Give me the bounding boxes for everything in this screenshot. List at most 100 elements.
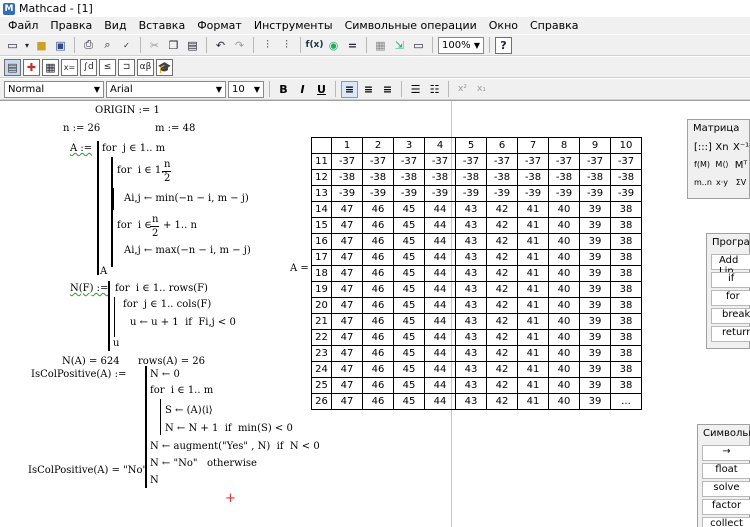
matrix-toolbar-icon[interactable]: ▦ (42, 58, 59, 76)
menu-view[interactable]: Вид (98, 19, 132, 32)
return-button[interactable]: return (711, 326, 750, 342)
float-button[interactable]: float (702, 463, 750, 479)
program-line[interactable]: for i ∈ (117, 220, 152, 232)
insert-region-icon[interactable]: ▭ (410, 37, 427, 54)
menu-insert[interactable]: Вставка (133, 19, 192, 32)
menu-tools[interactable]: Инструменты (248, 19, 339, 32)
A-definition-label[interactable]: A := (70, 143, 92, 155)
program-line[interactable]: for i ∈ 1.. m (150, 385, 213, 397)
align-bottom-icon[interactable]: ⫶ (278, 37, 295, 54)
program-line[interactable]: for i ∈ 1.. rows(F) (115, 283, 208, 295)
worksheet[interactable]: ORIGIN := 1 n := 26 m := 48 A := for j ∈… (0, 100, 750, 527)
rows-result[interactable]: rows(A) = 26 (138, 356, 205, 368)
style-select[interactable]: Normal ▼ (4, 80, 104, 98)
programming-toolbar-icon[interactable]: ⊐ (118, 58, 135, 76)
menu-file[interactable]: Файл (2, 19, 44, 32)
insert-function-icon[interactable]: f(x) (306, 37, 324, 54)
superscript-icon[interactable]: x² (454, 81, 471, 98)
subscript-button[interactable]: Xn (714, 142, 730, 156)
menu-window[interactable]: Окно (483, 19, 524, 32)
align-right-icon[interactable]: ≡ (379, 81, 396, 98)
italic-button[interactable]: I (294, 81, 311, 98)
resource-center-icon[interactable]: ⇲ (391, 37, 408, 54)
inverse-button[interactable]: X⁻¹ (733, 142, 749, 156)
program-return[interactable]: u (113, 338, 119, 350)
program-line[interactable]: for j ∈ 1.. m (102, 143, 165, 155)
bullet-list-icon[interactable]: ☰ (407, 81, 424, 98)
program-line[interactable]: Ai,j ← max(−n − i, m − j) (124, 245, 251, 257)
column-button[interactable]: M⟨⟩ (714, 160, 730, 174)
align-center-icon[interactable]: ≡ (360, 81, 377, 98)
program-line[interactable]: N ← N + 1 if min(S) < 0 (165, 423, 293, 435)
copy-icon[interactable]: ❐ (165, 37, 182, 54)
range-button[interactable]: m..n (694, 178, 712, 192)
program-line[interactable]: for i ∈ 1.. (117, 165, 168, 177)
program-line[interactable]: Ai,j ← min(−n − i, m − j) (124, 193, 249, 205)
zoom-select[interactable]: 100% ▼ (438, 36, 484, 54)
font-select[interactable]: Arial ▼ (106, 80, 226, 98)
insert-unit-icon[interactable]: ◉ (325, 37, 342, 54)
for-button[interactable]: for (711, 290, 750, 306)
graph-toolbar-icon[interactable]: ✚ (23, 58, 40, 76)
collect-button[interactable]: collect (702, 517, 750, 527)
matrix-insert-button[interactable]: [:::] (694, 142, 712, 156)
cut-icon[interactable]: ✂ (146, 37, 163, 54)
print-icon[interactable]: ⎙ (80, 37, 97, 54)
align-top-icon[interactable]: ⫶ (259, 37, 276, 54)
program-line[interactable]: u ← u + 1 if Fi,j < 0 (130, 317, 236, 329)
subscript-icon[interactable]: x₁ (473, 81, 490, 98)
vector-sum-button[interactable]: ΣV (733, 178, 749, 192)
print-preview-icon[interactable]: ⌕ (99, 37, 116, 54)
N-result[interactable]: N(A) = 624 (62, 356, 120, 368)
paste-icon[interactable]: ▤ (184, 37, 201, 54)
font-size-select[interactable]: 10 ▼ (228, 80, 264, 98)
result-matrix[interactable]: 1 2 3 4 5 6 7 8 9 10 11 -37 -37 -37 -37 -37 -3… (311, 137, 642, 410)
insert-component-icon[interactable]: ▦ (372, 37, 389, 54)
spell-check-icon[interactable]: ✓ (118, 37, 135, 54)
open-folder-icon[interactable]: ■ (33, 37, 50, 54)
calculator-toolbar-icon[interactable]: ▤ (4, 58, 21, 76)
IsColPositive-result[interactable]: IsColPositive(A) = "No" (28, 465, 147, 477)
menu-format[interactable]: Формат (191, 19, 248, 32)
program-line[interactable]: for j ∈ 1.. cols(F) (123, 299, 211, 311)
dot-product-button[interactable]: x·y (714, 178, 730, 192)
IsColPositive-definition-label[interactable]: IsColPositive(A) := (31, 369, 126, 381)
solve-button[interactable]: solve (702, 481, 750, 497)
program-line[interactable]: N ← augment("Yes" , N) if N < 0 (150, 441, 320, 453)
program-return[interactable]: N (150, 475, 159, 487)
program-line[interactable]: N ← 0 (150, 369, 180, 381)
align-left-icon[interactable]: ≡ (341, 80, 358, 98)
if-button[interactable]: if (711, 272, 750, 288)
program-line[interactable]: S ← (A)⟨i⟩ (165, 405, 213, 417)
boolean-toolbar-icon[interactable]: ≤ (99, 58, 116, 76)
add-line-button[interactable]: Add Lin (711, 254, 750, 277)
underline-button[interactable]: U (313, 81, 330, 98)
new-document-icon[interactable]: ▭ (4, 37, 21, 54)
calculus-toolbar-icon[interactable]: ∫d (80, 58, 97, 76)
factor-button[interactable]: factor (702, 499, 750, 515)
redo-icon[interactable]: ↷ (231, 37, 248, 54)
vectorize-button[interactable]: f(M) (694, 160, 710, 174)
origin-definition[interactable]: ORIGIN := 1 (95, 105, 160, 117)
program-line[interactable]: + 1.. n (163, 220, 197, 232)
bold-button[interactable]: B (275, 81, 292, 98)
break-button[interactable]: break (711, 308, 750, 324)
undo-icon[interactable]: ↶ (212, 37, 229, 54)
N-definition-label[interactable]: N(F) := (70, 283, 108, 295)
menu-help[interactable]: Справка (524, 19, 584, 32)
program-return[interactable]: A (100, 266, 107, 278)
dropdown-arrow-icon[interactable]: ▾ (23, 37, 31, 54)
symbolic-evaluate-button[interactable]: → (702, 445, 750, 461)
help-icon[interactable]: ? (495, 36, 512, 54)
save-icon[interactable]: ▣ (52, 37, 69, 54)
symbolic-toolbar-icon[interactable]: 🎓 (156, 58, 173, 76)
greek-toolbar-icon[interactable]: αβ (137, 58, 154, 76)
program-line[interactable]: N ← "No" otherwise (150, 458, 257, 470)
numbered-list-icon[interactable]: ☷ (426, 81, 443, 98)
menu-edit[interactable]: Правка (44, 19, 98, 32)
m-definition[interactable]: m := 48 (155, 123, 195, 135)
evaluation-toolbar-icon[interactable]: x= (61, 58, 78, 76)
transpose-button[interactable]: Mᵀ (733, 160, 749, 174)
n-definition[interactable]: n := 26 (63, 123, 100, 135)
menu-symbolics[interactable]: Символьные операции (339, 19, 483, 32)
